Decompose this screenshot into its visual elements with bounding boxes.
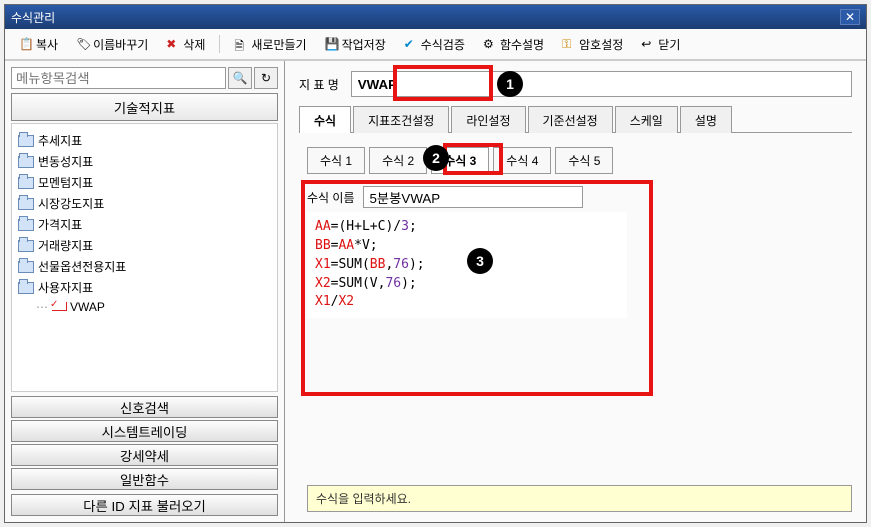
indicator-name-label: 지 표 명 [299,76,339,93]
tab-desc[interactable]: 설명 [680,106,732,133]
general-function-button[interactable]: 일반함수 [11,468,278,490]
verify-button[interactable]: ✔ 수식검증 [398,33,471,55]
tab-indicator-cond[interactable]: 지표조건설정 [353,106,449,133]
system-trading-button[interactable]: 시스템트레이딩 [11,420,278,442]
titlebar: 수식관리 ✕ [5,5,866,29]
subtab-formula-2[interactable]: 수식 2 [369,147,427,174]
tree-folder[interactable]: 사용자지표 [16,277,273,298]
verify-icon: ✔ [404,37,418,51]
save-button[interactable]: 💾 작업저장 [319,33,392,55]
window-close-button[interactable]: ✕ [840,9,860,25]
tree-branch-icon: ⋯ [36,300,48,314]
load-other-id-button[interactable]: 다른 ID 지표 불러오기 [11,494,278,516]
subtab-formula-4[interactable]: 수식 4 [493,147,551,174]
new-button[interactable]: 🗎 새로만들기 [228,33,312,55]
folder-icon [18,198,34,210]
annotation-badge-1: 1 [497,71,523,97]
delete-icon: ✖ [166,37,180,51]
tab-formula[interactable]: 수식 [299,106,351,133]
folder-icon [18,156,34,168]
folder-icon [18,240,34,252]
formula-name-label: 수식 이름 [307,189,355,206]
window-title: 수식관리 [11,9,55,26]
tab-line[interactable]: 라인설정 [451,106,525,133]
rename-icon: 🏷 [76,37,90,51]
close-button[interactable]: ↩ 닫기 [635,33,686,55]
folder-icon [18,219,34,231]
rename-button[interactable]: 🏷 이름바꾸기 [70,33,154,55]
signal-search-button[interactable]: 신호검색 [11,396,278,418]
annotation-badge-2: 2 [423,145,449,171]
refresh-icon: ↻ [261,71,271,85]
formula-name-input[interactable] [363,186,583,208]
hint-message: 수식을 입력하세요. [307,485,852,512]
gear-icon: ⚙ [483,37,497,51]
menu-search-input[interactable] [11,67,226,89]
refresh-button[interactable]: ↻ [254,67,278,89]
indicator-tree[interactable]: 추세지표 변동성지표 모멘텀지표 시장강도지표 가격지표 [11,123,278,392]
folder-icon [18,261,34,273]
tree-folder[interactable]: 추세지표 [16,130,273,151]
folder-icon [18,282,34,294]
formula-subtab-row: 수식 1 수식 2 수식 3 수식 4 수식 5 2 [307,147,852,174]
save-icon: 💾 [325,37,339,51]
tree-folder[interactable]: 거래량지표 [16,235,273,256]
func-help-button[interactable]: ⚙ 함수설명 [477,33,550,55]
main-tab-row: 수식 지표조건설정 라인설정 기준선설정 스케일 설명 [299,105,852,133]
tree-folder[interactable]: 선물옵션전용지표 [16,256,273,277]
tree-folder[interactable]: 시장강도지표 [16,193,273,214]
annotation-badge-3: 3 [467,248,493,274]
password-button[interactable]: ⚿ 암호설정 [556,33,629,55]
tab-scale[interactable]: 스케일 [615,106,678,133]
indicator-name-input[interactable] [351,71,852,97]
tree-folder[interactable]: 가격지표 [16,214,273,235]
tree-leaf-vwap[interactable]: ⋯ VWAP [16,298,273,316]
exit-icon: ↩ [641,37,655,51]
subtab-formula-1[interactable]: 수식 1 [307,147,365,174]
folder-icon [18,135,34,147]
strength-weakness-button[interactable]: 강세약세 [11,444,278,466]
indicator-icon [52,302,66,312]
key-icon: ⚿ [562,37,576,51]
tab-baseline[interactable]: 기준선설정 [528,106,613,133]
search-icon: 🔍 [233,71,248,85]
left-pane: 🔍 ↻ 기술적지표 추세지표 변동성지표 모멘텀지표 [5,61,285,522]
new-icon: 🗎 [234,37,248,51]
toolbar: 📋 복사 🏷 이름바꾸기 ✖ 삭제 🗎 새로만들기 💾 작업저장 ✔ 수식검증 … [5,29,866,60]
delete-button[interactable]: ✖ 삭제 [160,33,211,55]
tree-folder[interactable]: 변동성지표 [16,151,273,172]
search-button[interactable]: 🔍 [228,67,252,89]
technical-indicator-header[interactable]: 기술적지표 [11,93,278,121]
copy-icon: 📋 [19,37,33,51]
folder-icon [18,177,34,189]
tree-folder[interactable]: 모멘텀지표 [16,172,273,193]
right-pane: 지 표 명 1 수식 지표조건설정 라인설정 기준선설정 스케일 설명 수식 1… [285,61,866,522]
toolbar-separator [219,35,220,53]
copy-button[interactable]: 📋 복사 [13,33,64,55]
subtab-formula-5[interactable]: 수식 5 [555,147,613,174]
